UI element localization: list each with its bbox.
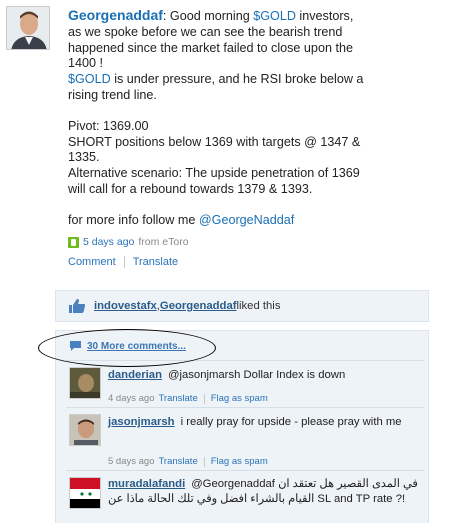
more-comments-link[interactable]: 30 More comments... bbox=[69, 340, 186, 352]
commenter-avatar[interactable] bbox=[69, 367, 101, 399]
liker-georgenaddaf-link[interactable]: Georgenaddaf bbox=[160, 300, 237, 312]
mention-georgenaddaf-link[interactable]: @GeorgeNaddaf bbox=[199, 213, 294, 227]
likes-bar: indovestafx, Georgenaddaf liked this bbox=[55, 290, 429, 322]
post: Georgenaddaf: Good morning $GOLD investo… bbox=[0, 0, 451, 282]
comment-button[interactable]: Comment bbox=[68, 256, 116, 268]
comment-meta: 5 days ago Translate Flag as spam bbox=[108, 456, 268, 467]
post-text-rsi: is under pressure, and he RSI broke belo… bbox=[68, 72, 364, 102]
post-meta: 5 days ago from eToro bbox=[68, 236, 189, 248]
comment-meta: 4 days ago Translate Flag as spam bbox=[108, 393, 268, 404]
commenter-name-link[interactable]: muradalafandi bbox=[108, 478, 185, 490]
cashtag-gold-link[interactable]: $GOLD bbox=[253, 9, 296, 23]
comment-text: i really pray for upside - please pray w… bbox=[180, 416, 402, 428]
commenter-name-link[interactable]: danderian bbox=[108, 369, 162, 381]
post-source: from eToro bbox=[138, 236, 189, 248]
thumbs-up-icon bbox=[69, 299, 86, 313]
etoro-icon bbox=[68, 236, 79, 248]
comment-text-block: muradalafandi @Georgenaddaf في المدى القص… bbox=[108, 477, 420, 507]
translate-button[interactable]: Translate bbox=[133, 256, 178, 268]
comment-bubble-icon bbox=[70, 341, 81, 351]
meta-divider bbox=[203, 456, 205, 467]
post-more-info: for more info follow me bbox=[68, 212, 199, 227]
liker-indovestafx-link[interactable]: indovestafx bbox=[94, 300, 157, 312]
comment-text-block: jasonjmarsh i really pray for upside - pl… bbox=[108, 415, 420, 430]
cashtag-gold-link[interactable]: $GOLD bbox=[68, 72, 111, 86]
comment-translate-button[interactable]: Translate bbox=[158, 456, 197, 467]
comment-item: muradalafandi @Georgenaddaf في المدى القص… bbox=[66, 470, 424, 523]
author-separator: : bbox=[162, 9, 170, 23]
post-author-link[interactable]: Georgenaddaf bbox=[68, 7, 163, 23]
commenter-name-link[interactable]: jasonjmarsh bbox=[108, 416, 175, 428]
comment-text-block: danderian @jasonjmarsh Dollar Index is do… bbox=[108, 368, 420, 383]
flag-as-spam-button[interactable]: Flag as spam bbox=[211, 456, 268, 467]
comment-item: jasonjmarsh i really pray for upside - pl… bbox=[66, 407, 424, 469]
post-short: SHORT positions below 1369 with targets … bbox=[68, 134, 361, 165]
comments-panel: 30 More comments... danderian @jasonjmars… bbox=[55, 330, 429, 523]
action-divider bbox=[123, 256, 125, 268]
post-alternative: Alternative scenario: The upside penetra… bbox=[68, 166, 360, 196]
flag-as-spam-button[interactable]: Flag as spam bbox=[211, 393, 268, 404]
comment-timestamp: 5 days ago bbox=[108, 456, 155, 467]
author-avatar[interactable] bbox=[6, 6, 50, 50]
commenter-avatar[interactable] bbox=[69, 414, 101, 446]
likes-suffix: liked this bbox=[236, 300, 281, 312]
comment-timestamp: 4 days ago bbox=[108, 393, 155, 404]
post-text-intro: Good morning bbox=[169, 9, 254, 23]
comment-translate-button[interactable]: Translate bbox=[158, 393, 197, 404]
more-comments-label: 30 More comments... bbox=[87, 340, 186, 352]
meta-divider bbox=[203, 393, 205, 404]
post-pivot: Pivot: 1369.00 bbox=[68, 118, 149, 133]
comment-item: danderian @jasonjmarsh Dollar Index is do… bbox=[66, 360, 424, 406]
post-body: Georgenaddaf: Good morning $GOLD investo… bbox=[68, 7, 368, 229]
commenter-avatar[interactable] bbox=[69, 477, 101, 509]
post-actions: Comment Translate bbox=[68, 256, 178, 268]
post-timestamp[interactable]: 5 days ago bbox=[83, 236, 134, 248]
comment-text: @jasonjmarsh Dollar Index is down bbox=[168, 369, 346, 381]
